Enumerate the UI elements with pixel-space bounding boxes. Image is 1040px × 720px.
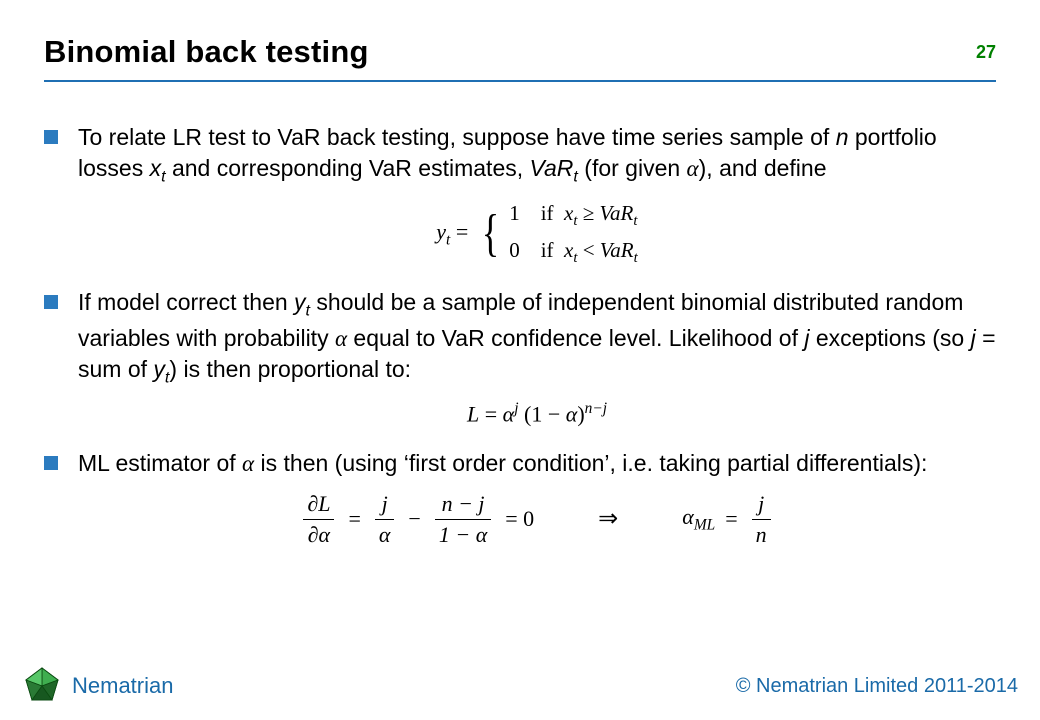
text: and corresponding VaR estimates, xyxy=(166,155,530,181)
slide-header: Binomial back testing 27 xyxy=(44,34,996,82)
frac-j-n: j n xyxy=(752,489,771,550)
var-VaR: VaR xyxy=(600,238,634,262)
slide-content: To relate LR test to VaR back testing, s… xyxy=(44,122,996,550)
bullet-3-text: ML estimator of α is then (using ‘first … xyxy=(78,450,927,476)
frac-nminusj: n − j 1 − α xyxy=(435,489,491,550)
text: ML estimator of xyxy=(78,450,242,476)
text: ), and define xyxy=(699,155,827,181)
one-minus-alpha: 1 − α xyxy=(435,520,491,550)
brand-name: Nematrian xyxy=(72,673,173,699)
text: equal to VaR confidence level. Likelihoo… xyxy=(347,325,804,351)
var-x: x xyxy=(564,201,573,225)
partial-L: ∂L xyxy=(303,489,334,520)
var-VaR: VaR xyxy=(530,155,574,181)
bullet-item-3: ML estimator of α is then (using ‘first … xyxy=(44,448,996,550)
sub-t: t xyxy=(634,250,638,266)
var-x: x xyxy=(564,238,573,262)
header-divider xyxy=(44,80,996,82)
var-L: L xyxy=(467,402,479,427)
var-x: x xyxy=(150,155,162,181)
minus: − xyxy=(408,504,420,534)
var-VaR: VaR xyxy=(599,201,633,225)
bullet-item-2: If model correct then yt should be a sam… xyxy=(44,287,996,429)
footer-left: Nematrian xyxy=(22,666,173,706)
equation-likelihood: L = αj (1 − α)n−j xyxy=(78,399,996,429)
alpha-symbol: α xyxy=(242,451,254,476)
if-text: if xyxy=(535,238,558,262)
sub-ML: ML xyxy=(694,516,715,533)
text: is then (using ‘first order condition’, … xyxy=(254,450,927,476)
value-0: 0 xyxy=(509,238,520,262)
text: To relate LR test to VaR back testing, s… xyxy=(78,124,836,150)
text: exceptions (so xyxy=(809,325,970,351)
slide: Binomial back testing 27 To relate LR te… xyxy=(0,0,1040,720)
left-brace-icon: { xyxy=(482,216,499,252)
lt: < xyxy=(577,238,599,262)
page-number: 27 xyxy=(976,42,996,63)
alpha-symbol: α xyxy=(566,402,578,427)
bullet-1-text: To relate LR test to VaR back testing, s… xyxy=(78,124,937,181)
frac-dL-dalpha: ∂L ∂α xyxy=(303,489,334,550)
text: (for given xyxy=(578,155,687,181)
close-paren: ) xyxy=(577,402,584,427)
case-2: 0 if xt < VaRt xyxy=(509,236,638,269)
bullet-2-text: If model correct then yt should be a sam… xyxy=(78,289,996,382)
copyright-text: © Nematrian Limited 2011-2014 xyxy=(736,675,1018,698)
bullet-item-1: To relate LR test to VaR back testing, s… xyxy=(44,122,996,269)
polyhedron-logo-icon xyxy=(22,666,62,706)
equation-yt-definition: yt = { 1 if xt ≥ VaRt 0 if xt < VaRt xyxy=(78,199,996,269)
text: ) is then proportional to: xyxy=(169,356,411,382)
case-1: 1 if xt ≥ VaRt xyxy=(509,199,637,232)
alpha-symbol: α xyxy=(375,520,395,550)
alpha-symbol: α xyxy=(682,504,694,529)
n-minus-j: n − j xyxy=(435,489,491,520)
var-n: n xyxy=(752,520,771,550)
sub-t: t xyxy=(633,213,637,229)
var-n: n xyxy=(836,124,849,150)
equation-ml-estimator: ∂L ∂α = j α − n − j 1 − α xyxy=(78,489,996,550)
var-j: j xyxy=(375,489,395,520)
equals-zero: = 0 xyxy=(505,504,534,534)
open-paren: (1 − xyxy=(519,402,566,427)
var-j: j xyxy=(752,489,771,520)
equals: = xyxy=(725,504,737,534)
equals: = xyxy=(479,402,502,427)
alpha-symbol: α xyxy=(503,402,515,427)
piecewise-cases: 1 if xt ≥ VaRt 0 if xt < VaRt xyxy=(509,199,638,269)
var-y: y xyxy=(153,356,165,382)
equals: = xyxy=(450,219,468,244)
frac-j-alpha: j α xyxy=(375,489,395,550)
alpha-symbol: α xyxy=(335,326,347,351)
var-y: y xyxy=(294,289,306,315)
sup-n-minus-j: n−j xyxy=(585,400,607,417)
value-1: 1 xyxy=(509,201,520,225)
partial-alpha: ∂α xyxy=(303,520,334,550)
alpha-symbol: α xyxy=(687,156,699,181)
if-text: if xyxy=(535,201,558,225)
text: If model correct then xyxy=(78,289,294,315)
geq: ≥ xyxy=(577,201,599,225)
slide-footer: Nematrian © Nematrian Limited 2011-2014 xyxy=(0,666,1040,706)
implies-arrow-icon: ⇒ xyxy=(590,503,626,536)
bullet-list: To relate LR test to VaR back testing, s… xyxy=(44,122,996,550)
slide-title: Binomial back testing xyxy=(44,34,996,70)
equals: = xyxy=(348,504,360,534)
var-y: y xyxy=(436,219,446,244)
